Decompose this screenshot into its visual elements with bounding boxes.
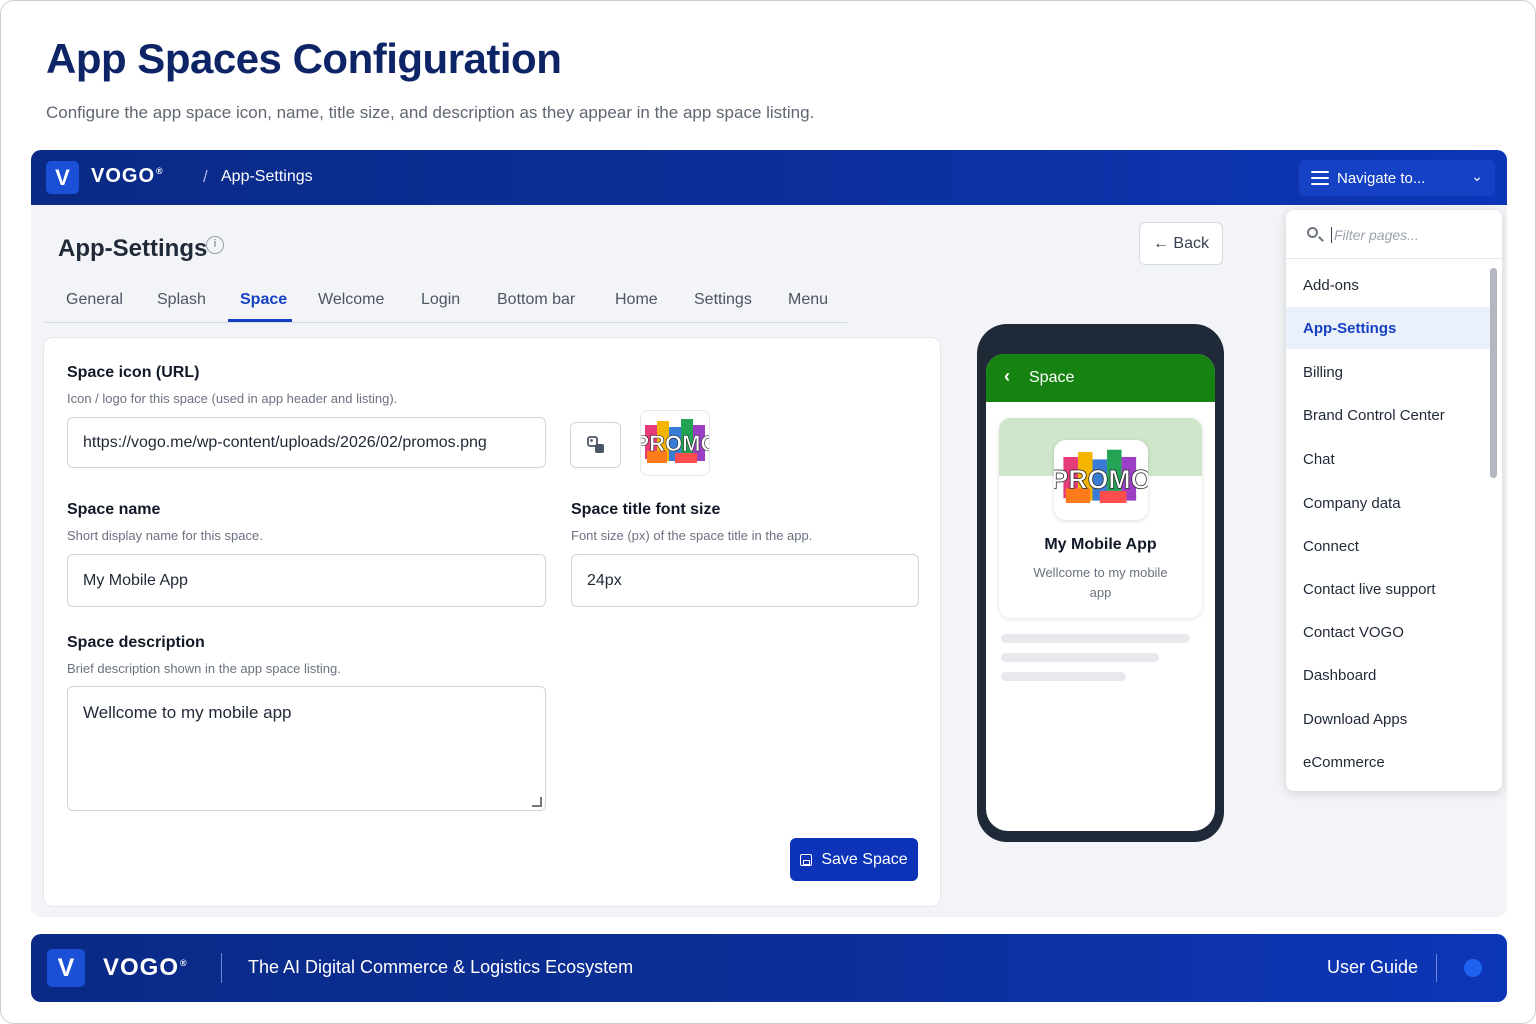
phone-screen: ‹ Space PROMO My Mobile App Wellcome to …: [986, 354, 1215, 831]
menu-item-ecommerce[interactable]: eCommerce: [1286, 741, 1490, 783]
space-card-icon: PROMO: [1054, 440, 1148, 520]
section-title: App-Settings: [58, 235, 208, 262]
space-icon-url-input[interactable]: https://vogo.me/wp-content/uploads/2026/…: [67, 417, 546, 468]
menu-item-chat[interactable]: Chat: [1286, 438, 1490, 480]
menu-item-app-settings[interactable]: App-Settings: [1286, 307, 1490, 349]
space-icon-label: Space icon (URL): [67, 364, 200, 381]
search-icon: [1307, 227, 1318, 238]
navigate-dropdown: Filter pages... Add-ons App-Settings Bil…: [1286, 210, 1502, 791]
space-name-help: Short display name for this space.: [67, 528, 263, 543]
tab-menu[interactable]: Menu: [788, 291, 828, 309]
menu-item-brand-control-center[interactable]: Brand Control Center: [1286, 394, 1490, 436]
promo-logo-icon: PROMO: [1054, 449, 1148, 504]
tab-splash[interactable]: Splash: [157, 291, 206, 309]
app-window: App Spaces Configuration Configure the a…: [0, 0, 1536, 1024]
font-size-label: Space title font size: [571, 501, 721, 518]
space-icon-help: Icon / logo for this space (used in app …: [67, 391, 398, 406]
tab-welcome[interactable]: Welcome: [318, 291, 384, 309]
tab-bottom-bar[interactable]: Bottom bar: [497, 291, 575, 309]
app-header-title: Space: [1029, 369, 1075, 386]
page-title: App Spaces Configuration: [46, 35, 562, 82]
navigate-to-button[interactable]: Navigate to... ⌄: [1299, 160, 1495, 196]
chevron-down-icon: ⌄: [1471, 168, 1483, 184]
menu-item-download-apps[interactable]: Download Apps: [1286, 698, 1490, 740]
footer-bar: V VOGO® The AI Digital Commerce & Logist…: [31, 934, 1507, 1002]
skeleton-line: [1001, 634, 1190, 643]
footer-divider: [221, 953, 222, 983]
space-description-text: Wellcome to my mobile app: [83, 703, 292, 722]
vogo-logo-icon[interactable]: V: [47, 949, 85, 987]
space-description-textarea[interactable]: Wellcome to my mobile app: [67, 686, 546, 811]
app-header: ‹ Space: [986, 354, 1215, 402]
filter-placeholder: Filter pages...: [1331, 227, 1419, 243]
status-dot-icon[interactable]: [1464, 959, 1482, 977]
user-guide-link[interactable]: User Guide: [1327, 957, 1418, 978]
info-icon[interactable]: i: [206, 236, 224, 254]
menu-item-dashboard[interactable]: Dashboard: [1286, 654, 1490, 696]
back-chevron-icon[interactable]: ‹: [1004, 366, 1010, 387]
tab-settings[interactable]: Settings: [694, 291, 752, 309]
media-picker-button[interactable]: [570, 422, 621, 468]
dropdown-scrollbar[interactable]: [1490, 268, 1497, 478]
menu-item-company-data[interactable]: Company data: [1286, 482, 1490, 524]
space-icon-preview: PROMO: [640, 410, 710, 476]
space-description-help: Brief description shown in the app space…: [67, 661, 341, 676]
space-description-label: Space description: [67, 634, 205, 651]
preview-space-description: Wellcome to my mobile app: [1033, 565, 1168, 600]
space-form-card: Space icon (URL) Icon / logo for this sp…: [43, 337, 941, 907]
top-navbar: V VOGO® / App-Settings Navigate to... ⌄: [31, 150, 1507, 205]
menu-item-add-ons[interactable]: Add-ons: [1286, 264, 1490, 306]
menu-item-connect[interactable]: Connect: [1286, 525, 1490, 567]
svg-text:PROMO: PROMO: [1054, 464, 1148, 494]
font-size-input[interactable]: 24px: [571, 554, 919, 607]
phone-preview: ‹ Space PROMO My Mobile App Wellcome to …: [977, 324, 1224, 842]
menu-item-billing[interactable]: Billing: [1286, 351, 1490, 393]
tab-space[interactable]: Space: [240, 291, 287, 309]
settings-tabs: General Splash Space Welcome Login Botto…: [45, 275, 847, 323]
footer-divider: [1436, 954, 1437, 982]
vogo-logo-icon[interactable]: V: [46, 161, 79, 194]
skeleton-line: [1001, 672, 1126, 681]
save-disk-icon: [800, 853, 813, 866]
hamburger-icon: [1311, 171, 1329, 185]
space-name-input[interactable]: My Mobile App: [67, 554, 546, 607]
navigate-label: Navigate to...: [1337, 169, 1426, 187]
brand-name: VOGO®: [91, 165, 164, 187]
back-button[interactable]: ← Back: [1139, 222, 1223, 265]
page-subtitle: Configure the app space icon, name, titl…: [46, 103, 815, 122]
space-listing-card[interactable]: PROMO My Mobile App Wellcome to my mobil…: [999, 418, 1202, 618]
svg-text:PROMO: PROMO: [641, 431, 710, 456]
menu-item-contact-live-support[interactable]: Contact live support: [1286, 568, 1490, 610]
promo-logo-icon: PROMO: [641, 419, 710, 463]
resize-handle-icon[interactable]: [532, 797, 542, 807]
tab-login[interactable]: Login: [421, 291, 460, 309]
tab-home[interactable]: Home: [615, 291, 658, 309]
tab-general[interactable]: General: [66, 291, 123, 309]
save-space-label: Save Space: [821, 850, 908, 868]
font-size-help: Font size (px) of the space title in the…: [571, 528, 813, 543]
menu-item-contact-vogo[interactable]: Contact VOGO: [1286, 611, 1490, 653]
image-picker-icon: [586, 436, 604, 453]
filter-pages-input[interactable]: Filter pages...: [1286, 210, 1502, 259]
breadcrumb-current[interactable]: App-Settings: [221, 168, 313, 186]
skeleton-line: [1001, 653, 1159, 662]
space-name-label: Space name: [67, 501, 161, 518]
preview-space-name: My Mobile App: [1044, 536, 1157, 553]
breadcrumb-separator: /: [203, 167, 208, 186]
footer-brand-name: VOGO®: [103, 954, 188, 981]
footer-tagline: The AI Digital Commerce & Logistics Ecos…: [248, 957, 634, 977]
save-space-button[interactable]: Save Space: [790, 838, 918, 881]
active-tab-indicator: [228, 319, 292, 322]
